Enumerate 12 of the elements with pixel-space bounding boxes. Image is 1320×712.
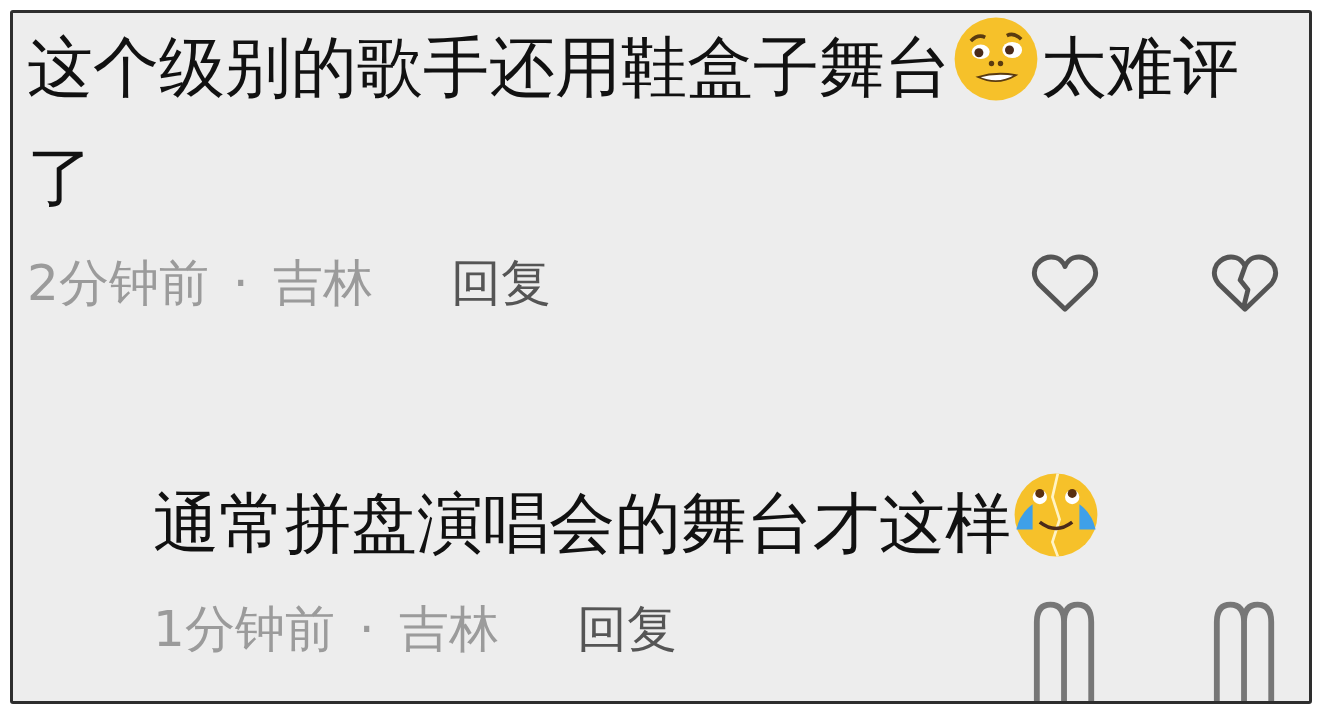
comment-location: 吉林 xyxy=(398,598,499,660)
broken-heart-icon[interactable] xyxy=(1211,252,1279,314)
comment-text: 通常拼盘演唱会的舞台才这样 xyxy=(153,469,1273,579)
comment-time: 1分钟前 xyxy=(153,598,335,660)
reply-link[interactable]: 回复 xyxy=(450,249,551,317)
like-heart-icon[interactable] xyxy=(1031,252,1099,314)
comment-text: 这个级别的歌手还用鞋盒子舞台 太难评了 xyxy=(27,13,1277,233)
comment-time: 2分钟前 xyxy=(27,252,209,314)
separator-dot: · xyxy=(232,254,249,312)
separator-dot: · xyxy=(358,600,375,658)
reply-link[interactable]: 回复 xyxy=(576,595,677,663)
comment-location: 吉林 xyxy=(272,252,373,314)
